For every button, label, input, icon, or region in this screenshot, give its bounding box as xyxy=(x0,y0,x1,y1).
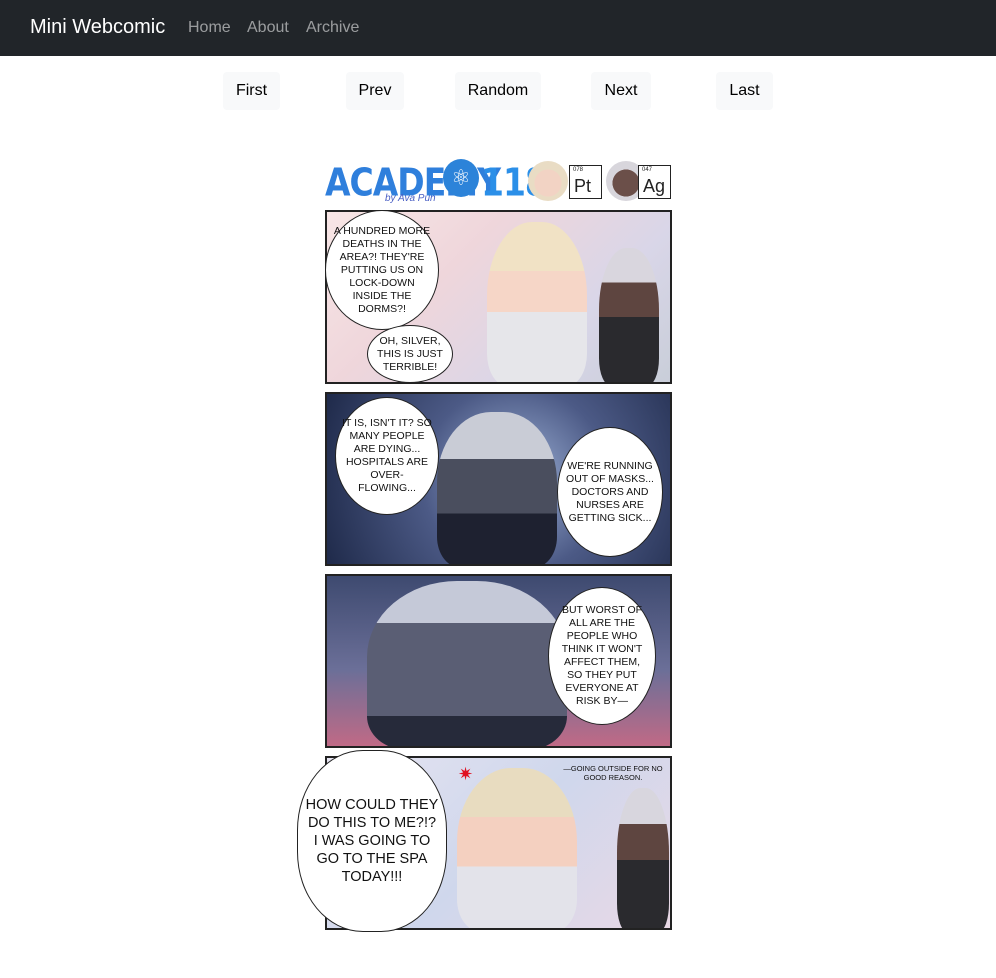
silver-character xyxy=(599,248,659,382)
atom-icon: ⚛ xyxy=(443,159,479,197)
silver-character-closeup xyxy=(367,581,567,746)
platinum-portrait xyxy=(528,161,568,201)
brand-link[interactable]: Mini Webcomic xyxy=(30,16,165,39)
element-symbol: Pt xyxy=(574,176,592,196)
nav-home-link[interactable]: Home xyxy=(188,19,231,37)
comic-byline: by Ava Pun xyxy=(385,193,436,204)
speech-bubble: WE'RE RUNNING OUT OF MASKS... DOCTORS AN… xyxy=(557,427,663,557)
speech-bubble: OH, SILVER, THIS IS JUST TERRIBLE! xyxy=(367,325,453,383)
first-button[interactable]: First xyxy=(223,72,280,110)
last-button[interactable]: Last xyxy=(716,72,773,110)
element-tile-pt: 078 Pt xyxy=(569,165,602,199)
shout-bubble: HOW COULD THEY DO THIS TO ME?!? I WAS GO… xyxy=(297,750,447,932)
platinum-character xyxy=(487,222,587,382)
element-number: 078 xyxy=(573,167,584,173)
silver-character xyxy=(437,412,557,564)
top-navbar: Mini Webcomic Home About Archive xyxy=(0,0,996,56)
element-number: 047 xyxy=(642,167,653,173)
caption-text: —GOING OUTSIDE FOR NO GOOD REASON. xyxy=(563,764,663,782)
speech-bubble: IT IS, ISN'T IT? SO MANY PEOPLE ARE DYIN… xyxy=(335,397,439,515)
element-tile-ag: 047 Ag xyxy=(638,165,671,199)
speech-bubble: BUT WORST OF ALL ARE THE PEOPLE WHO THIN… xyxy=(548,587,656,725)
prev-button[interactable]: Prev xyxy=(346,72,404,110)
comic-strip: ACADEMY ⚛ 118 by Ava Pun 078 Pt 047 Ag A… xyxy=(295,155,675,935)
nav-about-link[interactable]: About xyxy=(247,19,289,37)
platinum-character xyxy=(457,768,577,928)
next-button[interactable]: Next xyxy=(591,72,651,110)
random-button[interactable]: Random xyxy=(455,72,541,110)
speech-bubble: A HUNDRED MORE DEATHS IN THE AREA?! THEY… xyxy=(325,210,439,330)
nav-archive-link[interactable]: Archive xyxy=(306,19,359,37)
element-symbol: Ag xyxy=(643,176,666,196)
anger-icon: ✷ xyxy=(458,764,474,784)
silver-character xyxy=(617,788,669,928)
